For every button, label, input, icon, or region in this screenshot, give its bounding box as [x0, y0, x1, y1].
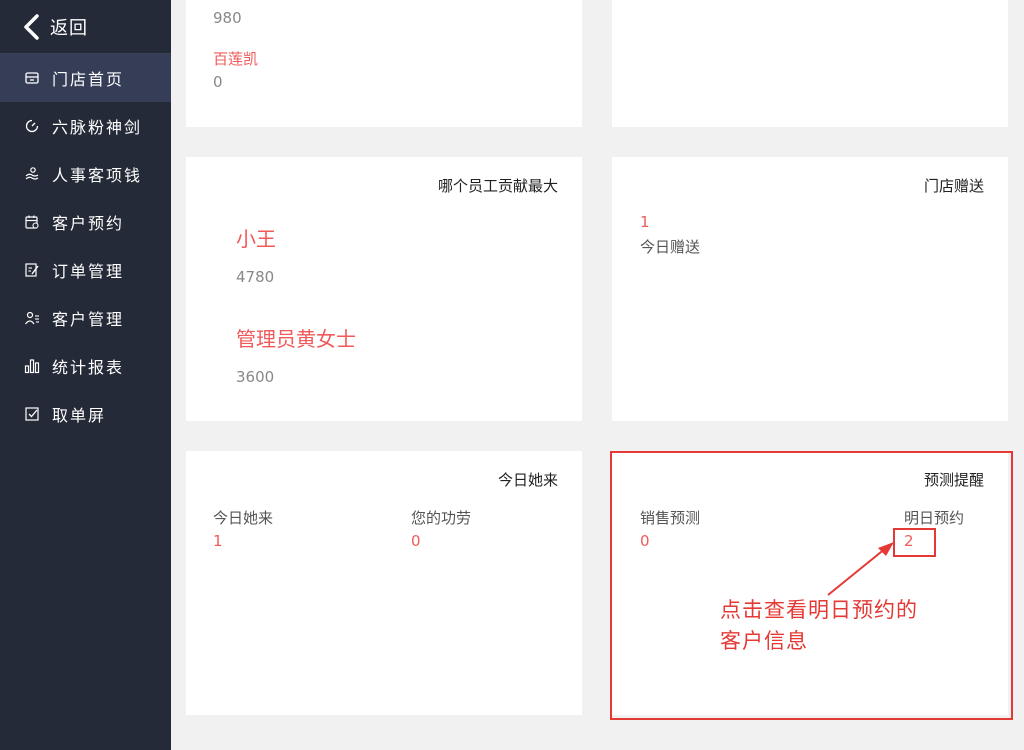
- top-name: 百莲凯: [213, 50, 259, 68]
- gauge-icon: [24, 118, 40, 134]
- sidebar: 返回 门店首页 六脉粉神剑 人事客项钱 客户预约 订单管理 客户管理 统计报表 …: [0, 0, 171, 750]
- today-visits-label: 今日她来: [213, 509, 274, 527]
- card-top-right: [612, 0, 1008, 127]
- your-credit-value[interactable]: 0: [411, 532, 421, 550]
- store-icon: [24, 70, 40, 86]
- sidebar-item-label: 门店首页: [52, 70, 125, 89]
- sidebar-item-label: 六脉粉神剑: [52, 118, 143, 137]
- card-top-left: 980 百莲凯 0: [186, 0, 582, 127]
- sidebar-item-staff-money[interactable]: 人事客项钱: [0, 150, 171, 198]
- sidebar-item-appointments[interactable]: 客户预约: [0, 198, 171, 246]
- edit-note-icon: [24, 262, 40, 278]
- staff-name[interactable]: 管理员黄女士: [236, 323, 356, 352]
- annotation-line-2: 客户信息: [720, 629, 808, 653]
- gift-value[interactable]: 1: [640, 213, 650, 231]
- checkbox-icon: [24, 406, 40, 422]
- staff-value: 3600: [236, 368, 275, 386]
- gift-label: 今日赠送: [640, 238, 701, 256]
- card-title: 今日她来: [497, 471, 558, 489]
- sidebar-item-label: 客户管理: [52, 310, 125, 329]
- sidebar-item-customers[interactable]: 客户管理: [0, 294, 171, 342]
- back-button[interactable]: 返回: [0, 0, 171, 54]
- sidebar-item-reports[interactable]: 统计报表: [0, 342, 171, 390]
- bar-chart-icon: [24, 358, 40, 374]
- staff-name[interactable]: 小王: [236, 223, 276, 252]
- today-visits-value[interactable]: 1: [213, 532, 223, 550]
- card-title: 门店赠送: [923, 177, 984, 195]
- annotation-line-1: 点击查看明日预约的: [720, 598, 918, 622]
- sidebar-item-orders[interactable]: 订单管理: [0, 246, 171, 294]
- sidebar-item-label: 取单屏: [52, 406, 107, 425]
- people-icon: [24, 166, 40, 182]
- top-value-2: 0: [213, 73, 223, 91]
- sidebar-item-store-home[interactable]: 门店首页: [0, 54, 171, 102]
- card-store-gift: 门店赠送 1 今日赠送: [612, 157, 1008, 421]
- calendar-icon: [24, 214, 40, 230]
- sidebar-item-label: 人事客项钱: [52, 166, 143, 185]
- annotation-arrow: [827, 542, 894, 596]
- card-title: 哪个员工贡献最大: [437, 177, 558, 195]
- sidebar-item-label: 订单管理: [52, 262, 125, 281]
- sidebar-item-pickup-screen[interactable]: 取单屏: [0, 390, 171, 438]
- sidebar-item-label: 客户预约: [52, 214, 125, 233]
- staff-value: 4780: [236, 268, 275, 286]
- annotation-text: 点击查看明日预约的 客户信息: [720, 595, 918, 657]
- annotation-outer-box: [610, 451, 1013, 720]
- card-today-visits: 今日她来 今日她来 1 您的功劳 0: [186, 451, 582, 715]
- chevron-left-icon: [24, 13, 39, 40]
- user-list-icon: [24, 310, 40, 326]
- sidebar-item-label: 统计报表: [52, 358, 125, 377]
- back-label: 返回: [50, 17, 88, 39]
- sidebar-item-liumai[interactable]: 六脉粉神剑: [0, 102, 171, 150]
- top-value-1: 980: [213, 9, 242, 27]
- your-credit-label: 您的功劳: [411, 509, 472, 527]
- card-contribution: 哪个员工贡献最大 小王 4780 管理员黄女士 3600: [186, 157, 582, 421]
